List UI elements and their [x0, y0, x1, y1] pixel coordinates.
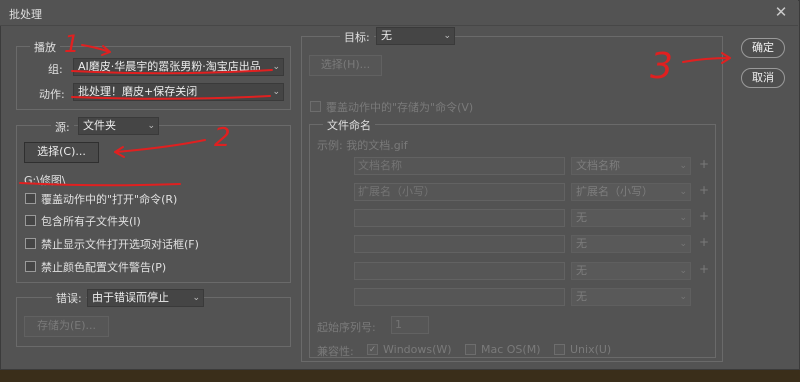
serial-input[interactable]: 1 [391, 316, 429, 334]
chevron-down-icon: ⌄ [679, 187, 687, 197]
action-select[interactable]: 批处理！磨皮+保存关闭 ⌄ [73, 83, 284, 101]
naming-select-value: 无 [576, 290, 587, 303]
override-save-label: 覆盖动作中的"存储为"命令(V) [326, 101, 474, 114]
chevron-down-icon: ⌄ [443, 31, 451, 41]
plus-icon[interactable]: + [699, 183, 709, 197]
action-value: 批处理！磨皮+保存关闭 [78, 85, 198, 98]
title-bar [0, 0, 798, 26]
naming-field-2[interactable]: 扩展名（小写） [354, 183, 565, 201]
ok-button[interactable]: 确定 [741, 38, 785, 58]
source-choose-button[interactable]: 选择(C)... [24, 142, 99, 163]
chevron-down-icon: ⌄ [679, 213, 687, 223]
naming-select-1[interactable]: 文档名称 ⌄ [571, 157, 691, 175]
plus-icon[interactable]: + [699, 157, 709, 171]
background-strip [0, 370, 800, 382]
override-save-checkbox[interactable] [310, 101, 321, 112]
include-subfolders-label: 包含所有子文件夹(I) [41, 215, 141, 228]
naming-select-2[interactable]: 扩展名（小写） ⌄ [571, 183, 691, 201]
override-open-checkbox[interactable] [25, 193, 36, 204]
compat-mac-checkbox[interactable] [465, 344, 476, 355]
naming-field-6[interactable] [354, 288, 565, 306]
naming-select-value: 文档名称 [576, 159, 620, 172]
errors-select[interactable]: 由于错误而停止 ⌄ [87, 289, 204, 307]
compat-mac-label: Mac OS(M) [481, 343, 541, 356]
suppress-open-options-label: 禁止显示文件打开选项对话框(F) [41, 238, 199, 251]
chevron-down-icon: ⌄ [679, 266, 687, 276]
errors-value: 由于错误而停止 [92, 291, 169, 304]
play-legend: 播放 [30, 39, 60, 55]
plus-icon[interactable]: + [699, 262, 709, 276]
chevron-down-icon: ⌄ [679, 161, 687, 171]
chevron-down-icon: ⌄ [147, 121, 155, 131]
set-value: AI磨皮·华晨宇的嚣张男粉·淘宝店出品 [78, 60, 261, 73]
chevron-down-icon: ⌄ [272, 62, 280, 72]
naming-select-value: 扩展名（小写） [576, 185, 653, 198]
naming-select-6[interactable]: 无 ⌄ [571, 288, 691, 306]
errors-label: 错误: [52, 290, 86, 306]
chevron-down-icon: ⌄ [272, 87, 280, 97]
naming-select-5[interactable]: 无 ⌄ [571, 262, 691, 280]
plus-icon[interactable]: + [699, 235, 709, 249]
override-open-label: 覆盖动作中的"打开"命令(R) [41, 193, 178, 206]
destination-label: 目标: [340, 29, 374, 45]
naming-legend: 文件命名 [323, 117, 375, 133]
source-select[interactable]: 文件夹 ⌄ [78, 117, 159, 135]
naming-field-3[interactable] [354, 209, 565, 227]
chevron-down-icon: ⌄ [679, 239, 687, 249]
close-icon[interactable]: ✕ [772, 3, 790, 21]
chevron-down-icon: ⌄ [679, 292, 687, 302]
cancel-button[interactable]: 取消 [741, 68, 785, 88]
naming-select-value: 无 [576, 237, 587, 250]
destination-value: 无 [381, 29, 392, 42]
destination-select[interactable]: 无 ⌄ [376, 27, 455, 45]
source-label: 源: [51, 119, 74, 135]
action-label: 动作: [39, 88, 65, 101]
set-select[interactable]: AI磨皮·华晨宇的嚣张男粉·淘宝店出品 ⌄ [73, 58, 284, 76]
window-title: 批处理 [9, 8, 42, 21]
naming-field-4[interactable] [354, 235, 565, 253]
naming-select-value: 无 [576, 264, 587, 277]
suppress-color-warning-label: 禁止颜色配置文件警告(P) [41, 261, 167, 274]
suppress-open-options-checkbox[interactable] [25, 238, 36, 249]
include-subfolders-checkbox[interactable] [25, 215, 36, 226]
plus-icon[interactable]: + [699, 209, 709, 223]
serial-label: 起始序列号: [317, 321, 376, 334]
naming-select-value: 无 [576, 211, 587, 224]
set-label: 组: [48, 63, 63, 76]
suppress-color-warning-checkbox[interactable] [25, 261, 36, 272]
naming-field-5[interactable] [354, 262, 565, 280]
compat-windows-label: Windows(W) [383, 343, 452, 356]
destination-choose-button[interactable]: 选择(H)... [309, 55, 382, 76]
compat-windows-checkbox[interactable]: ✓ [367, 344, 378, 355]
compat-label: 兼容性: [317, 345, 354, 358]
compat-unix-checkbox[interactable] [554, 344, 565, 355]
naming-select-4[interactable]: 无 ⌄ [571, 235, 691, 253]
source-path: G:\修图\ [24, 174, 66, 187]
compat-unix-label: Unix(U) [570, 343, 612, 356]
source-value: 文件夹 [83, 119, 116, 132]
naming-select-3[interactable]: 无 ⌄ [571, 209, 691, 227]
errors-save-as-button[interactable]: 存储为(E)... [24, 316, 109, 337]
naming-field-1[interactable]: 文档名称 [354, 157, 565, 175]
naming-example: 示例: 我的文档.gif [317, 139, 408, 152]
chevron-down-icon: ⌄ [192, 293, 200, 303]
